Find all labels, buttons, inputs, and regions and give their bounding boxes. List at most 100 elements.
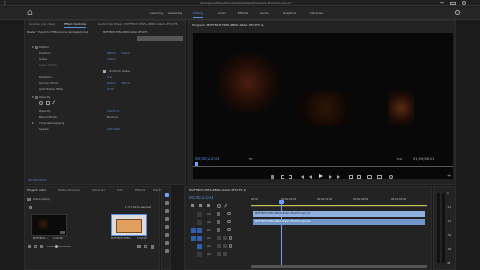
tab-sequence[interactable]: MVFT8CH-F6FA-4BDC-94AC-3FC1F5 ≡ xyxy=(189,187,246,193)
mark-in-icon[interactable] xyxy=(281,175,284,179)
add-marker-icon[interactable] xyxy=(271,175,274,179)
add-button-icon[interactable]: + xyxy=(447,174,451,178)
effect-row-uniform-scale[interactable]: Uniform Scale xyxy=(29,69,185,74)
project-search-icon[interactable] xyxy=(29,206,32,209)
scrollbar-thumb[interactable] xyxy=(251,265,427,268)
anti-flicker-value[interactable]: 0.00 xyxy=(107,87,114,92)
timeline-settings-icon[interactable] xyxy=(217,204,221,208)
track-target-icon[interactable] xyxy=(197,236,202,241)
mute-icon[interactable] xyxy=(217,252,221,256)
anchor-x[interactable]: 640.0 xyxy=(107,81,116,86)
position-x[interactable]: 960.0 xyxy=(107,51,116,56)
ws-libraries[interactable]: Libraries xyxy=(310,11,323,15)
effect-row-anchor-point[interactable]: Anchor Point 640.0 360.0 xyxy=(29,81,185,86)
ellipse-mask-icon[interactable] xyxy=(39,101,43,105)
tab-effects[interactable]: Effects xyxy=(135,187,145,193)
effect-row-scale-width[interactable]: Scale Width xyxy=(29,63,185,68)
effect-row-opacity-header[interactable]: Opacity xyxy=(29,95,185,100)
track-target-icon[interactable] xyxy=(197,212,202,217)
tab-source[interactable]: Source: (no clips) xyxy=(29,21,55,27)
blend-mode-select[interactable]: Normal xyxy=(107,115,118,120)
effect-row-opacity[interactable]: Opacity 100.0 % xyxy=(29,109,185,114)
effect-row-speed[interactable]: Speed 100.00% xyxy=(29,127,185,132)
tab-info[interactable]: Info xyxy=(117,187,123,193)
program-timecode[interactable]: 00;00;23;03 xyxy=(195,157,219,161)
track-target-icon[interactable] xyxy=(197,252,202,257)
tab-audio-clip-mixer[interactable]: Audio Clip Mixer: MVFT8CH-F6FA-4BDC-94AC… xyxy=(98,21,184,27)
ripple-edit-tool-icon[interactable] xyxy=(165,209,169,213)
effect-row-rotation[interactable]: Rotation 0.0 xyxy=(29,75,185,80)
source-patch-icon[interactable] xyxy=(191,236,196,241)
battery-icon[interactable] xyxy=(450,1,456,5)
new-bin-icon[interactable] xyxy=(137,245,141,248)
mute-icon[interactable] xyxy=(217,244,221,248)
timeline-h-scrollbar[interactable] xyxy=(251,265,427,268)
effect-row-time-remap[interactable]: Time Remapping xyxy=(29,121,185,126)
linked-selection-icon[interactable] xyxy=(199,204,202,207)
effect-row-anti-flicker[interactable]: Anti-flicker Filter 0.00 xyxy=(29,87,185,92)
list-view-icon[interactable] xyxy=(34,245,37,248)
disclosure-icon[interactable] xyxy=(32,96,34,98)
work-area-bar[interactable] xyxy=(251,205,427,206)
ws-effects[interactable]: Effects xyxy=(238,11,248,15)
razor-tool-icon[interactable] xyxy=(165,217,169,221)
tab-markers[interactable]: Markers xyxy=(153,187,165,193)
ws-audio[interactable]: Audio xyxy=(260,11,269,15)
wrench-icon[interactable] xyxy=(224,203,229,209)
mute-icon[interactable] xyxy=(217,236,221,240)
mic-icon[interactable] xyxy=(229,244,232,248)
speed-value[interactable]: 100.00% xyxy=(107,127,120,132)
mark-out-icon[interactable] xyxy=(289,175,292,179)
zoom-slider-handle[interactable] xyxy=(55,245,58,248)
track-target-icon[interactable] xyxy=(197,220,202,225)
ws-editing[interactable]: Editing xyxy=(193,11,203,15)
lift-icon[interactable] xyxy=(349,175,353,179)
step-back-icon[interactable] xyxy=(309,175,312,179)
program-playhead[interactable] xyxy=(195,162,198,166)
go-to-out-icon[interactable] xyxy=(337,175,340,179)
ws-assembly[interactable]: Assembly xyxy=(168,11,182,15)
selection-tool-icon[interactable] xyxy=(165,193,169,197)
solo-icon[interactable] xyxy=(223,252,227,256)
icon-view-icon[interactable] xyxy=(40,245,43,248)
video-clip[interactable]: MVFT8CH-F6FA-4BDC-94AC-3FC1F5.mp4 [V] xyxy=(253,211,425,217)
effect-controls-timecode[interactable]: 00;00;23;03 xyxy=(28,178,46,182)
time-ruler[interactable]: 00;00 00;00;16;00 00;00;32;00 00;00;48;0… xyxy=(251,196,427,207)
opacity-value[interactable]: 100.0 % xyxy=(107,109,119,114)
comparison-view-icon[interactable] xyxy=(377,175,382,179)
effect-row-motion[interactable]: Motion xyxy=(29,45,185,50)
settings-icon[interactable] xyxy=(389,175,393,179)
solo-icon[interactable] xyxy=(223,236,227,240)
zoom-slider[interactable] xyxy=(47,246,71,247)
source-patch-icon[interactable] xyxy=(191,228,196,233)
go-to-in-icon[interactable] xyxy=(301,175,304,179)
pen-tool-icon[interactable] xyxy=(165,233,169,237)
rotation-value[interactable]: 0.0 xyxy=(107,75,112,80)
eye-icon[interactable] xyxy=(227,212,231,215)
track-select-tool-icon[interactable] xyxy=(165,201,169,205)
tab-libraries[interactable]: Libraries xyxy=(92,187,105,193)
ws-learning[interactable]: Learning xyxy=(150,11,163,15)
eye-icon[interactable] xyxy=(227,228,231,231)
search-icon[interactable] xyxy=(455,10,460,15)
effect-row-blend-mode[interactable]: Blend Mode Normal xyxy=(29,115,185,120)
wifi-icon[interactable] xyxy=(440,1,444,5)
rect-mask-icon[interactable] xyxy=(46,101,50,105)
snap-icon[interactable] xyxy=(191,204,194,207)
timeline-timecode[interactable]: 00;00;23;03 xyxy=(189,196,213,200)
effect-row-scale[interactable]: Scale 100.0 xyxy=(29,57,185,62)
tab-project[interactable]: Project: Intro xyxy=(27,187,46,193)
mic-icon[interactable] xyxy=(229,236,232,240)
lock-icon[interactable] xyxy=(28,245,31,248)
program-scrubber[interactable] xyxy=(193,164,453,167)
ws-graphics[interactable]: Graphics xyxy=(283,11,296,15)
clock-icon[interactable] xyxy=(462,1,466,5)
pen-mask-icon[interactable] xyxy=(52,100,58,106)
tab-media-browser[interactable]: Media Browser xyxy=(58,187,80,193)
lock-track-icon[interactable] xyxy=(217,220,220,224)
type-tool-icon[interactable] xyxy=(165,249,169,253)
trash-icon[interactable] xyxy=(151,245,154,249)
hand-tool-icon[interactable] xyxy=(165,241,169,245)
fit-dropdown[interactable]: Fit xyxy=(249,157,253,161)
ws-color[interactable]: Color xyxy=(218,11,226,15)
